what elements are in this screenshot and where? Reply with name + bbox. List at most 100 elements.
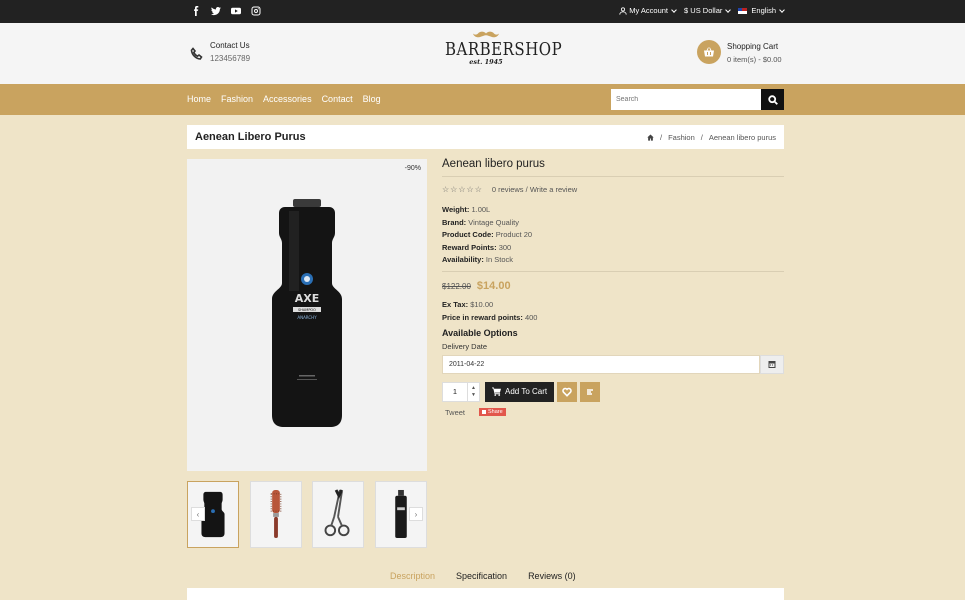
tax-info: Ex Tax: $10.00 Price in reward points: 4…	[442, 298, 784, 324]
chevron-up-icon[interactable]: ▲	[471, 385, 476, 392]
chevron-down-icon	[671, 6, 677, 13]
nav-menu: Home Fashion Accessories Contact Blog	[187, 94, 381, 104]
shopping-cart[interactable]: Shopping Cart 0 item(s) - $0.00	[697, 40, 782, 64]
top-links: My Account $ US Dollar English	[619, 6, 785, 15]
breadcrumb-separator: /	[700, 133, 703, 142]
star-icon: ☆	[458, 185, 466, 194]
nav-item-home[interactable]: Home	[187, 94, 211, 104]
tab-description[interactable]: Description	[390, 571, 435, 581]
product-specs: Weight: 1.00L Brand: Vintage Quality Pro…	[442, 204, 784, 267]
add-to-cart-button[interactable]: Add To Cart	[485, 381, 555, 402]
home-icon[interactable]	[647, 134, 654, 141]
thumbnail-3[interactable]	[312, 481, 364, 548]
tab-panel	[187, 588, 784, 600]
page-title: Aenean Libero Purus	[195, 131, 306, 143]
tab-specification[interactable]: Specification	[456, 571, 507, 581]
price-row: $122.00 $14.00	[442, 280, 784, 292]
tweet-button[interactable]: Tweet	[445, 408, 465, 417]
product-main-image[interactable]: -90% AXE SHAMPOO ANARCHY	[187, 159, 427, 471]
delivery-date-picker	[442, 354, 784, 374]
divider	[442, 270, 784, 272]
shampoo-bottle-image: AXE SHAMPOO ANARCHY	[272, 199, 342, 427]
breadcrumb-links: / Fashion / Aenean libero purus	[647, 133, 776, 142]
basket-icon	[697, 40, 721, 64]
carousel-next-button[interactable]: ›	[409, 507, 423, 521]
breadcrumb-separator: /	[659, 133, 663, 142]
calendar-button[interactable]	[760, 354, 784, 374]
compare-icon	[587, 388, 594, 395]
instagram-icon[interactable]	[251, 6, 261, 16]
reward-price-label: Price in reward points:	[442, 312, 523, 322]
currency-label: $ US Dollar	[684, 6, 723, 15]
nav-item-accessories[interactable]: Accessories	[263, 94, 312, 104]
chevron-down-icon	[725, 6, 732, 13]
facebook-icon[interactable]	[191, 6, 201, 16]
my-account-dropdown[interactable]: My Account	[619, 6, 677, 15]
spec-weight: Weight: 1.00L	[442, 205, 491, 214]
search-icon	[767, 94, 778, 105]
mustache-icon	[473, 31, 499, 38]
quantity-input[interactable]: 1	[442, 381, 468, 402]
heart-icon	[562, 387, 572, 397]
nav-item-fashion[interactable]: Fashion	[221, 94, 253, 104]
star-icon: ☆	[474, 185, 482, 194]
nav-item-contact[interactable]: Contact	[322, 94, 353, 104]
flag-icon	[738, 7, 748, 14]
language-label: English	[751, 6, 776, 15]
user-icon	[619, 6, 627, 15]
star-icon: ☆	[450, 185, 458, 194]
breadcrumb: Aenean Libero Purus / Fashion / Aenean l…	[187, 125, 784, 149]
youtube-icon[interactable]	[231, 6, 241, 16]
bottle-sub: SHAMPOO	[298, 308, 316, 312]
main-nav: Home Fashion Accessories Contact Blog	[0, 84, 965, 115]
bottle-line: ANARCHY	[297, 315, 317, 320]
add-to-cart-label: Add To Cart	[505, 387, 548, 396]
share-row: Tweet Share	[442, 408, 784, 417]
twitter-icon[interactable]	[211, 6, 221, 16]
new-price: $14.00	[476, 279, 511, 292]
chevron-down-icon	[779, 6, 785, 13]
share-label: Share	[488, 409, 503, 415]
spec-availability: Availability: In Stock	[442, 255, 514, 264]
delivery-date-input[interactable]	[442, 354, 760, 374]
star-rating: ☆ ☆ ☆ ☆ ☆	[442, 185, 482, 194]
star-icon: ☆	[442, 185, 450, 194]
phone-icon	[190, 47, 203, 60]
scissors-thumb-image	[324, 489, 350, 537]
my-account-label: My Account	[629, 6, 669, 15]
contact-block: Contact Us 123456789	[190, 41, 250, 63]
product-name: Aenean libero purus	[442, 158, 784, 177]
thumbnail-carousel: ‹ ›	[187, 481, 427, 548]
site-logo[interactable]: BARBERSHOP est. 1945	[445, 31, 563, 66]
search-input[interactable]	[611, 89, 761, 110]
carousel-prev-button[interactable]: ‹	[191, 507, 205, 521]
wishlist-button[interactable]	[557, 381, 578, 402]
site-header: Contact Us 123456789 BARBERSHOP est. 194…	[0, 23, 965, 84]
nav-item-blog[interactable]: Blog	[363, 94, 381, 104]
chevron-right-icon: ›	[414, 509, 418, 519]
breadcrumb-item-fashion[interactable]: Fashion	[668, 133, 695, 142]
write-review-link[interactable]: Write a review	[530, 185, 577, 194]
language-dropdown[interactable]: English	[738, 6, 785, 15]
contact-title: Contact Us	[210, 41, 250, 50]
share-button[interactable]: Share	[479, 408, 506, 416]
reviews-link[interactable]: 0 reviews	[492, 185, 524, 194]
spec-reward-points: Reward Points: 300	[442, 242, 512, 252]
search-box	[611, 89, 784, 110]
logo-text: BARBERSHOP	[445, 38, 563, 60]
star-icon: ☆	[466, 185, 474, 194]
discount-badge: -90%	[404, 165, 421, 172]
tab-reviews[interactable]: Reviews (0)	[528, 571, 576, 581]
contact-phone[interactable]: 123456789	[210, 54, 250, 63]
brush-thumb-image	[270, 489, 282, 539]
chevron-down-icon[interactable]: ▼	[471, 392, 476, 399]
search-button[interactable]	[761, 89, 784, 110]
compare-button[interactable]	[580, 381, 601, 402]
cart-summary: 0 item(s) - $0.00	[727, 55, 782, 64]
currency-dropdown[interactable]: $ US Dollar	[684, 6, 732, 15]
quantity-stepper[interactable]: ▲ ▼	[468, 381, 480, 402]
breadcrumb-item-product[interactable]: Aenean libero purus	[709, 133, 776, 142]
rating-row: ☆ ☆ ☆ ☆ ☆ 0 reviews / Write a review	[442, 185, 784, 194]
thumbnail-2[interactable]	[250, 481, 302, 548]
delivery-date-label: Delivery Date	[442, 341, 488, 351]
